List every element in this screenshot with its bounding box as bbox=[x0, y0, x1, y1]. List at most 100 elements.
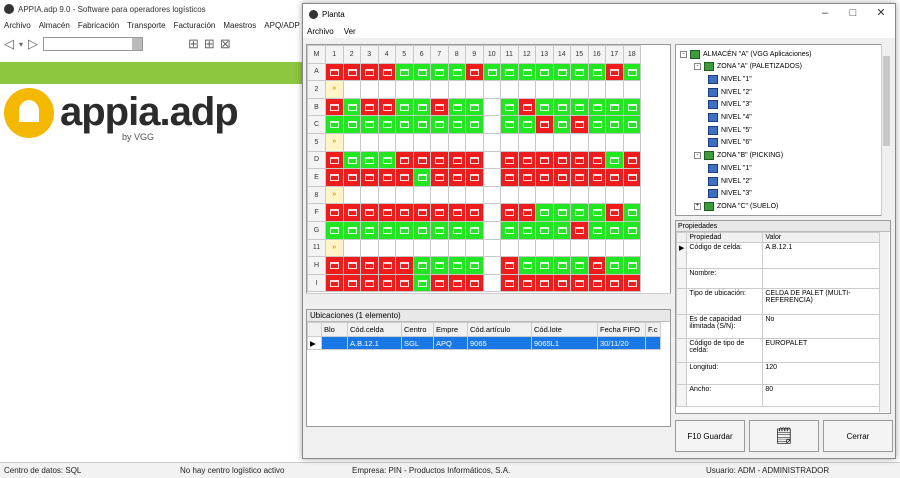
close-button[interactable]: Cerrar bbox=[823, 420, 893, 452]
cell-free[interactable] bbox=[622, 115, 641, 134]
cell-occupied[interactable] bbox=[517, 150, 536, 170]
property-value[interactable]: 120 bbox=[762, 362, 880, 385]
cell-occupied[interactable] bbox=[377, 273, 396, 293]
cell-free[interactable] bbox=[517, 115, 536, 134]
tree-node[interactable]: - ZONA "A" (PALETIZADOS) bbox=[694, 61, 802, 73]
property-value[interactable]: A.B.12.1 bbox=[762, 242, 880, 269]
cell-free[interactable] bbox=[412, 62, 431, 82]
cell-occupied[interactable] bbox=[535, 115, 554, 134]
cell-free[interactable] bbox=[552, 62, 571, 82]
forward-icon[interactable]: ▷ bbox=[28, 36, 38, 52]
cell-free[interactable] bbox=[535, 220, 554, 240]
cell-occupied[interactable] bbox=[342, 168, 361, 187]
cell-free[interactable] bbox=[587, 115, 606, 134]
cell-free[interactable] bbox=[517, 256, 536, 275]
plant-grid[interactable]: M 1 2 3 4 5 6 7 8 9 10 11 12 13 14 15 16 17 18 A 2» B C 5» D E 8» F… bbox=[306, 44, 671, 302]
cell-occupied[interactable] bbox=[552, 150, 571, 170]
tree-node[interactable]: - ZONA "B" (PICKING) bbox=[694, 150, 783, 162]
expand-icon[interactable]: - bbox=[680, 50, 687, 58]
menu-transporte[interactable]: Transporte bbox=[127, 21, 165, 30]
save-button[interactable]: F10 Guardar bbox=[675, 420, 745, 452]
menu-apq[interactable]: APQ/ADP bbox=[264, 21, 300, 30]
cell-free[interactable] bbox=[447, 97, 466, 117]
cell-free[interactable] bbox=[622, 256, 641, 275]
cell-free[interactable] bbox=[500, 115, 519, 134]
tree-node[interactable]: NIVEL "3" bbox=[708, 99, 752, 111]
cell-occupied[interactable] bbox=[377, 203, 396, 222]
cell-free[interactable] bbox=[395, 62, 414, 82]
cell-occupied[interactable] bbox=[587, 150, 606, 170]
cell-occupied[interactable] bbox=[342, 62, 361, 82]
cell-free[interactable] bbox=[552, 97, 571, 117]
property-row[interactable]: ▶ Código de celda: A.B.12.1 bbox=[676, 242, 880, 269]
cell-occupied[interactable] bbox=[430, 168, 449, 187]
cell-occupied[interactable] bbox=[325, 203, 344, 222]
expand-icon[interactable]: - bbox=[694, 63, 701, 71]
cell-free[interactable] bbox=[517, 220, 536, 240]
cell-occupied[interactable] bbox=[570, 168, 589, 187]
cell-occupied[interactable] bbox=[587, 256, 606, 275]
cell-free[interactable] bbox=[605, 256, 624, 275]
cell-free[interactable] bbox=[587, 97, 606, 117]
cell-occupied[interactable] bbox=[587, 168, 606, 187]
cell-free[interactable] bbox=[465, 256, 484, 275]
cell-occupied[interactable] bbox=[342, 273, 361, 293]
cell-free[interactable] bbox=[605, 220, 624, 240]
cell-occupied[interactable] bbox=[430, 273, 449, 293]
cell-occupied[interactable] bbox=[622, 150, 641, 170]
cell-occupied[interactable] bbox=[447, 168, 466, 187]
tree-node[interactable]: NIVEL "5" bbox=[708, 124, 752, 136]
cell-occupied[interactable] bbox=[517, 97, 536, 117]
property-row[interactable]: Longitud: 120 bbox=[676, 362, 880, 385]
menu-maestros[interactable]: Maestros bbox=[223, 21, 256, 30]
cell-free[interactable] bbox=[412, 256, 431, 275]
cell-free[interactable] bbox=[552, 115, 571, 134]
minimize-icon[interactable]: – bbox=[815, 6, 835, 20]
cell-free[interactable] bbox=[605, 97, 624, 117]
column-header[interactable]: Fecha FIFO bbox=[597, 322, 646, 337]
cell-free[interactable] bbox=[482, 62, 501, 82]
cell-occupied[interactable] bbox=[500, 256, 519, 275]
dropdown-icon[interactable]: ▾ bbox=[19, 40, 23, 49]
cell-occupied[interactable] bbox=[342, 256, 361, 275]
cell-occupied[interactable] bbox=[622, 273, 641, 293]
tree-node[interactable]: NIVEL "3" bbox=[708, 188, 752, 200]
cell-free[interactable] bbox=[430, 256, 449, 275]
cell-free[interactable] bbox=[605, 150, 624, 170]
cell-occupied[interactable] bbox=[430, 203, 449, 222]
cell-free[interactable] bbox=[622, 220, 641, 240]
cell-occupied[interactable] bbox=[500, 273, 519, 293]
cell-occupied[interactable] bbox=[325, 97, 344, 117]
cell-free[interactable] bbox=[360, 220, 379, 240]
property-value[interactable] bbox=[762, 268, 880, 289]
report-button[interactable]: 🗒 bbox=[749, 420, 819, 452]
cell-occupied[interactable] bbox=[395, 168, 414, 187]
cell-free[interactable] bbox=[430, 220, 449, 240]
tree-node[interactable]: NIVEL "4" bbox=[708, 112, 752, 124]
cell-free[interactable] bbox=[587, 203, 606, 222]
cell-free[interactable] bbox=[535, 256, 554, 275]
tree-node[interactable]: NIVEL "2" bbox=[708, 175, 752, 187]
maximize-icon[interactable]: □ bbox=[843, 6, 863, 20]
cell-free[interactable] bbox=[377, 150, 396, 170]
cell-occupied[interactable] bbox=[535, 273, 554, 293]
menu-ver[interactable]: Ver bbox=[344, 27, 356, 36]
cell-occupied[interactable] bbox=[500, 168, 519, 187]
menu-fabricacion[interactable]: Fabricación bbox=[78, 21, 119, 30]
cell-free[interactable] bbox=[377, 220, 396, 240]
cell-occupied[interactable] bbox=[570, 150, 589, 170]
menu-facturacion[interactable]: Facturación bbox=[174, 21, 216, 30]
history-dropdown[interactable] bbox=[43, 37, 144, 51]
cell-free[interactable] bbox=[570, 97, 589, 117]
cell-occupied[interactable] bbox=[395, 256, 414, 275]
cell-free[interactable] bbox=[552, 256, 571, 275]
cell-occupied[interactable] bbox=[360, 168, 379, 187]
cell-occupied[interactable] bbox=[552, 273, 571, 293]
cell-occupied[interactable] bbox=[325, 150, 344, 170]
column-header[interactable]: Cód.artículo bbox=[467, 322, 532, 337]
cell-free[interactable] bbox=[622, 97, 641, 117]
cell-free[interactable] bbox=[342, 220, 361, 240]
cell-occupied[interactable] bbox=[430, 150, 449, 170]
tool-c-icon[interactable]: ⊠ bbox=[220, 36, 231, 52]
property-value[interactable]: EUROPALET bbox=[762, 338, 880, 363]
